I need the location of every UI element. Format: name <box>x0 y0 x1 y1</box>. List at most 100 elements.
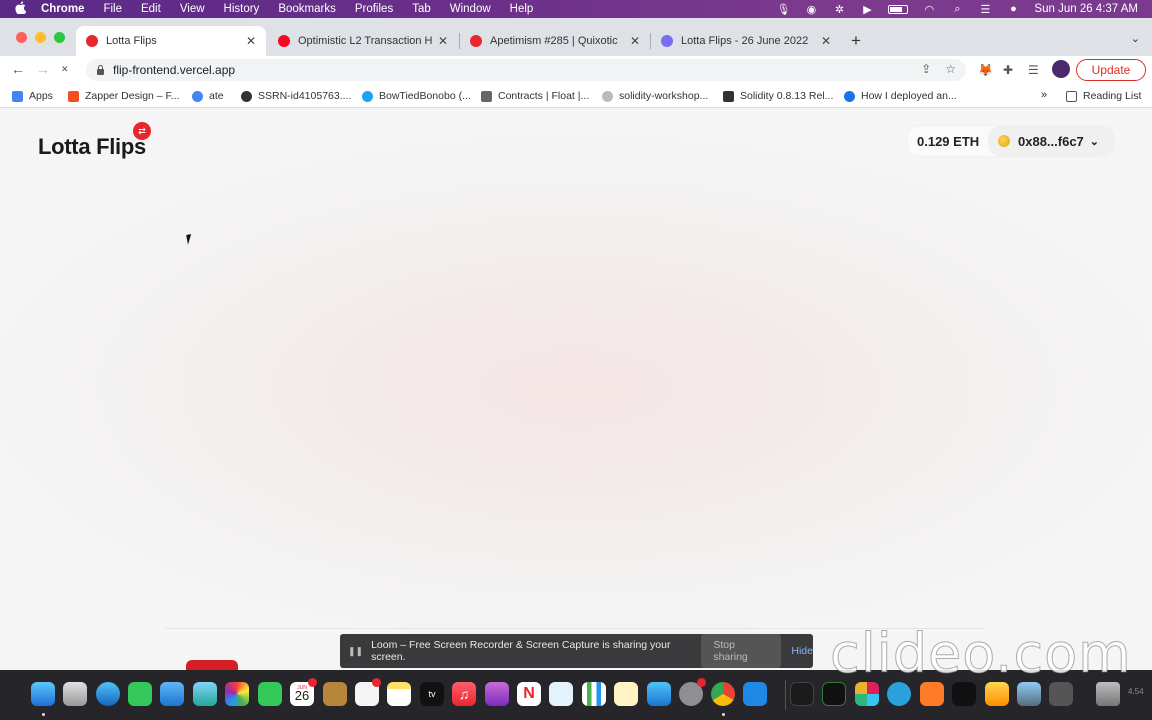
search-icon[interactable]: ⌕ <box>950 3 964 15</box>
lock-icon[interactable] <box>96 65 105 75</box>
pages-icon[interactable] <box>614 682 638 706</box>
sublime-text-icon[interactable] <box>920 682 944 706</box>
menu-history[interactable]: History <box>224 3 260 15</box>
bookmark-ssrn[interactable]: SSRN-id4105763.... <box>241 90 351 102</box>
mouse-cursor-icon <box>186 233 198 245</box>
trash-icon[interactable] <box>1096 682 1120 706</box>
close-tab-icon[interactable]: ✕ <box>438 34 448 48</box>
play-icon[interactable]: ▶ <box>860 3 874 16</box>
menu-app-name[interactable]: Chrome <box>41 3 84 15</box>
vscode-icon[interactable] <box>743 682 767 706</box>
terminal-icon[interactable] <box>952 682 976 706</box>
menu-profiles[interactable]: Profiles <box>355 3 393 15</box>
terminal-window-icon[interactable] <box>822 682 846 706</box>
keynote-icon[interactable] <box>549 682 573 706</box>
chrome-icon[interactable] <box>711 682 735 706</box>
profile-avatar[interactable] <box>1052 60 1070 78</box>
wifi-icon[interactable]: ◠ <box>922 3 936 16</box>
calculator-icon[interactable] <box>1049 682 1073 706</box>
bookmark-label: Apps <box>29 90 53 102</box>
menu-window[interactable]: Window <box>450 3 491 15</box>
bookmark-how-i-deployed[interactable]: How I deployed an... <box>844 90 957 102</box>
screenshot-icon[interactable] <box>1017 682 1041 706</box>
close-window-button[interactable] <box>16 32 27 43</box>
control-center-icon[interactable]: ☰ <box>978 3 992 16</box>
launchpad-icon[interactable] <box>63 682 87 706</box>
activity-monitor-icon[interactable] <box>790 682 814 706</box>
maps-icon[interactable] <box>193 682 217 706</box>
update-button[interactable]: Update <box>1076 59 1146 81</box>
flip-button-partial[interactable] <box>186 660 238 670</box>
menu-view[interactable]: View <box>180 3 205 15</box>
dock-edge-text: 4.54 <box>1128 687 1144 696</box>
account-button[interactable]: 0x88...f6c7 ⌄ <box>988 126 1114 156</box>
minimize-window-button[interactable] <box>35 32 46 43</box>
microphone-icon[interactable]: 🎙 <box>776 3 790 16</box>
bookmark-ate[interactable]: ate <box>192 90 224 102</box>
numbers-icon[interactable] <box>582 682 606 706</box>
extensions-puzzle-icon[interactable]: ✚ <box>1003 63 1013 77</box>
loom-icon[interactable]: ◉ <box>804 3 818 16</box>
tab-lotta-flips-june[interactable]: Lotta Flips - 26 June 2022 ✕ <box>651 26 841 56</box>
address-bar[interactable]: flip-frontend.vercel.app ⇪ ☆ <box>86 59 966 81</box>
finder-icon[interactable] <box>31 682 55 706</box>
bookmark-zapper[interactable]: Zapper Design – F... <box>68 90 180 102</box>
bookmarks-overflow-button[interactable]: » <box>1041 89 1047 101</box>
slack-icon[interactable] <box>855 682 879 706</box>
twitter-icon <box>362 90 373 102</box>
stickies-icon[interactable] <box>985 682 1009 706</box>
url-text[interactable]: flip-frontend.vercel.app <box>113 63 235 77</box>
menu-clock[interactable]: Sun Jun 26 4:37 AM <box>1034 3 1138 15</box>
drag-handle-icon[interactable]: ❚❚ <box>348 646 363 657</box>
menu-bookmarks[interactable]: Bookmarks <box>278 3 336 15</box>
menu-file[interactable]: File <box>103 3 122 15</box>
stop-sharing-button[interactable]: Stop sharing <box>701 634 782 668</box>
battery-icon[interactable] <box>888 4 909 14</box>
photos-icon[interactable] <box>225 682 249 706</box>
mail-icon[interactable] <box>160 682 184 706</box>
close-tab-icon[interactable]: ✕ <box>246 34 256 48</box>
zoom-window-button[interactable] <box>54 32 65 43</box>
messages-icon[interactable] <box>128 682 152 706</box>
reading-mode-icon[interactable]: ☰ <box>1028 63 1039 77</box>
facetime-icon[interactable] <box>258 682 282 706</box>
podcasts-icon[interactable] <box>485 682 509 706</box>
share-icon[interactable]: ⇪ <box>921 62 931 76</box>
bookmark-apps[interactable]: Apps <box>12 90 53 102</box>
running-indicator <box>42 713 45 716</box>
close-tab-icon[interactable]: ✕ <box>821 34 831 48</box>
menu-help[interactable]: Help <box>510 3 534 15</box>
notes-icon[interactable] <box>387 682 411 706</box>
music-icon[interactable]: ♫ <box>452 682 476 706</box>
tab-search-chevron-icon[interactable]: ⌄ <box>1131 32 1140 45</box>
bookmark-solidity-release[interactable]: Solidity 0.8.13 Rel... <box>723 90 833 102</box>
news-icon[interactable]: N <box>517 682 541 706</box>
siri-icon[interactable]: ● <box>1006 3 1020 15</box>
apple-tv-icon[interactable]: tv <box>420 682 444 706</box>
tab-lotta-flips[interactable]: Lotta Flips ✕ <box>76 26 266 56</box>
reading-list-label: Reading List <box>1083 90 1142 102</box>
stop-loading-icon[interactable]: ✕ <box>61 64 69 75</box>
safari-icon[interactable] <box>96 682 120 706</box>
app-logo[interactable]: Lotta Flips <box>38 134 146 160</box>
tab-apetimism[interactable]: Apetimism #285 | Quixotic ✕ <box>460 26 650 56</box>
app-store-icon[interactable] <box>647 682 671 706</box>
back-arrow-icon[interactable]: ← <box>11 61 25 77</box>
contacts-icon[interactable] <box>323 682 347 706</box>
fan-icon[interactable]: ✲ <box>832 3 846 16</box>
close-tab-icon[interactable]: ✕ <box>630 34 640 48</box>
apple-menu-icon[interactable] <box>15 1 29 17</box>
hide-banner-button[interactable]: Hide <box>791 645 813 657</box>
forward-arrow-icon[interactable]: → <box>36 61 50 77</box>
telegram-icon[interactable] <box>887 682 911 706</box>
new-tab-button[interactable]: + <box>851 31 861 51</box>
bookmark-contracts-float[interactable]: Contracts | Float |... <box>481 90 589 102</box>
bookmark-bowtiedbonobo[interactable]: BowTiedBonobo (... <box>362 90 471 102</box>
reading-list-button[interactable]: Reading List <box>1066 90 1141 102</box>
tab-optimistic-l2[interactable]: Optimistic L2 Transaction Hash ✕ <box>268 26 458 56</box>
menu-tab[interactable]: Tab <box>412 3 431 15</box>
menu-edit[interactable]: Edit <box>141 3 161 15</box>
bookmark-solidity-workshop[interactable]: solidity-workshop... <box>602 90 708 102</box>
bookmark-star-icon[interactable]: ☆ <box>945 62 956 76</box>
metamask-extension-icon[interactable]: 🦊 <box>978 63 993 77</box>
